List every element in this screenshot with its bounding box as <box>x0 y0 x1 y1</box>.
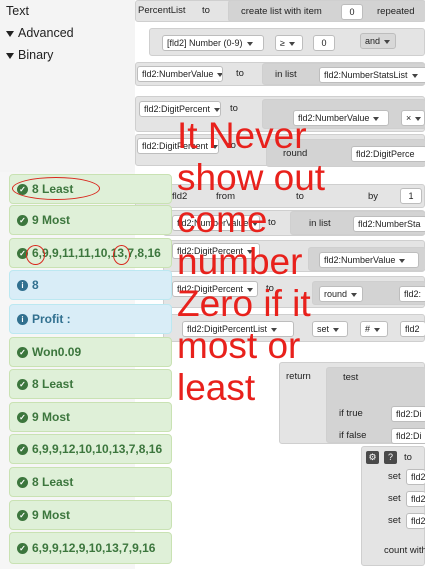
compare-block[interactable]: [fld2] Number (0-9) ≥ 0 and <box>149 28 425 56</box>
field-dropdown[interactable]: [fld2] Number (0-9) <box>162 35 264 51</box>
category-binary[interactable]: Binary <box>0 44 135 66</box>
log-entry-info: i Profit : <box>9 304 172 334</box>
log-entry-success: ✓ Won0.09 <box>9 337 172 367</box>
log-entry-info: i8 <box>9 270 172 300</box>
var-field[interactable]: fld2 <box>406 491 425 507</box>
log-entry-success: ✓ 9 Most <box>9 500 172 530</box>
if-false-label: if false <box>339 430 367 441</box>
var-name[interactable]: PercentList <box>138 5 186 16</box>
log-entry-text: 8 Least <box>32 377 74 391</box>
log-entry-text: 6,9,9,12,9,10,13,7,9,16 <box>32 541 156 555</box>
category-advanced[interactable]: Advanced <box>0 22 135 44</box>
set-label: set <box>388 493 401 504</box>
set-label: set <box>388 471 401 482</box>
log-entry-text: Won0.09 <box>32 345 82 359</box>
set-number-value-block[interactable]: fld2:NumberValue to in list fld2:NumberS… <box>135 62 425 86</box>
list-dropdown[interactable]: fld2:NumberStatsList <box>319 67 425 83</box>
annotation-line: It Never <box>177 115 307 156</box>
chevron-down-icon <box>384 39 391 44</box>
log-entry-success: ✓ 6,9,9,12,9,10,13,7,9,16 <box>9 532 172 564</box>
to-label: to <box>202 5 210 16</box>
to-label: to <box>230 103 238 114</box>
triangle-down-icon <box>6 52 14 59</box>
log-entry-success: ✓ 8 Least <box>9 369 172 399</box>
log-entry-success: ✓ 6,9,9,12,10,10,13,7,8,16 <box>9 434 172 464</box>
highlight-circle-six <box>26 245 45 265</box>
check-icon: ✓ <box>17 378 28 390</box>
create-list-label: create list with item <box>241 6 322 17</box>
check-icon: ✓ <box>17 346 28 358</box>
log-entry-success: ✓ 9 Most <box>9 402 172 432</box>
gear-icon[interactable]: ⚙ <box>366 451 379 464</box>
check-icon: ✓ <box>17 476 28 488</box>
info-icon: i <box>17 313 28 325</box>
item-count-field[interactable]: 0 <box>341 4 363 20</box>
log-entry-text: 8 Least <box>32 475 74 489</box>
handwritten-annotation: It Never show out come number Zero if it… <box>177 115 425 409</box>
set-label: set <box>388 515 401 526</box>
log-entry-text: 8 <box>32 278 39 292</box>
log-entry-text: 6,9,9,11,11,10,13,7,8,16 <box>32 246 161 260</box>
annotation-line: most or <box>177 325 301 366</box>
in-list-label: in list <box>275 69 297 80</box>
get-from-list-block[interactable]: in list fld2:NumberStatsList <box>262 63 425 85</box>
operator-dropdown[interactable]: ≥ <box>275 35 303 51</box>
log-entry-success: ✓ 9 Most <box>9 205 172 235</box>
chevron-down-icon <box>288 41 295 46</box>
log-entry-success: ✓ 8 Least <box>9 467 172 497</box>
chevron-down-icon <box>214 107 220 112</box>
var-field[interactable]: fld2 <box>406 513 425 529</box>
set-percent-list-block[interactable]: PercentList to create list with item 0 r… <box>135 0 425 22</box>
function-block[interactable]: ⚙ ? to set fld2 set fld2 set fld2 count … <box>361 446 425 566</box>
chevron-down-icon <box>411 73 418 78</box>
if-true-label: if true <box>339 408 363 419</box>
log-entry-text: 6,9,9,12,10,10,13,7,8,16 <box>32 442 163 456</box>
log-entry-text: Profit : <box>32 312 71 326</box>
log-entry-text: 9 Most <box>32 213 71 227</box>
chevron-down-icon <box>217 72 222 77</box>
check-icon: ✓ <box>17 214 28 226</box>
var-field[interactable]: fld2 <box>406 469 425 485</box>
warning-icon[interactable]: ? <box>384 451 397 464</box>
category-label: Advanced <box>18 26 74 40</box>
category-label: Text <box>6 4 29 18</box>
check-icon: ✓ <box>17 509 28 521</box>
and-dropdown[interactable]: and <box>360 33 396 49</box>
create-list-block[interactable]: create list with item 0 repeated <box>228 0 425 22</box>
annotation-line: least <box>177 367 256 408</box>
annotation-line: show out <box>177 157 326 198</box>
annotation-line: come <box>177 199 268 240</box>
info-icon: i <box>17 279 28 291</box>
var-dropdown[interactable]: fld2:NumberValue <box>137 66 223 82</box>
category-text[interactable]: Text <box>0 0 135 22</box>
log-entry-text: 9 Most <box>32 508 71 522</box>
to-label: to <box>404 452 412 463</box>
triangle-down-icon <box>6 30 14 37</box>
repeated-label: repeated <box>377 6 415 17</box>
annotation-line: number <box>177 241 303 282</box>
highlight-circle-seven <box>113 245 130 265</box>
check-icon: ✓ <box>17 411 28 423</box>
count-with-label: count with <box>384 545 425 556</box>
annotation-line: Zero if it <box>177 283 311 324</box>
to-label: to <box>236 68 244 79</box>
false-value[interactable]: fld2:Di <box>391 428 425 444</box>
check-icon: ✓ <box>17 443 28 455</box>
highlight-ellipse-least <box>12 177 100 200</box>
log-entry-text: 9 Most <box>32 410 71 424</box>
chevron-down-icon <box>246 41 253 46</box>
check-icon: ✓ <box>17 542 28 554</box>
category-label: Binary <box>18 48 54 62</box>
value-field[interactable]: 0 <box>313 35 335 51</box>
